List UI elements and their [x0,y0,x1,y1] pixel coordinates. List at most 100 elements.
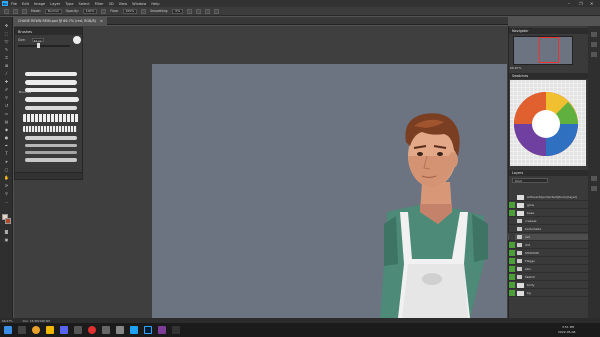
layer-row[interactable]: backshade [508,226,588,233]
file-explorer-icon[interactable] [46,326,54,334]
rotate-view-tool-icon[interactable]: ⟳ [3,183,10,188]
layer-row[interactable]: Artboard/(protected)(tum)/(layer) [508,194,588,201]
clock-time[interactable]: 3:51 PM [562,325,574,329]
menu-select[interactable]: Select [79,2,90,6]
eraser-tool-icon[interactable]: ▭ [3,111,10,116]
restore-icon[interactable]: ❐ [579,1,583,6]
layer-visibility-eye-icon[interactable] [509,242,515,248]
layer-row[interactable]: creases [508,218,588,225]
hand-tool-icon[interactable]: ✋ [3,175,10,180]
brush-preset[interactable] [23,114,79,122]
layer-row[interactable]: body [508,282,588,289]
app-icon[interactable] [172,326,180,334]
menu-help[interactable]: Help [151,2,159,6]
menu-window[interactable]: Window [132,2,146,6]
layers-panel-title[interactable]: Layers [509,170,589,176]
layer-row[interactable]: bg [508,290,588,297]
history-brush-tool-icon[interactable]: ↺ [3,103,10,108]
status-doc-info[interactable]: Doc: 16.5M/198.6M [23,319,50,323]
screen-mode-icon[interactable]: ▣ [3,237,10,242]
brush-preset[interactable] [25,151,77,154]
layer-visibility-eye-icon[interactable] [509,234,515,240]
blur-tool-icon[interactable]: ◆ [3,127,10,132]
menu-edit[interactable]: Edit [22,2,29,6]
brush-preset[interactable] [25,72,77,76]
brush-tool-icon[interactable]: ✐ [3,87,10,92]
more-tools-icon[interactable]: … [3,199,10,204]
pen-tool-icon[interactable]: ✒ [3,143,10,148]
mode-select[interactable]: Normal [44,8,62,14]
obs-icon[interactable] [88,326,96,334]
menu-file[interactable]: File [11,2,17,6]
move-tool-icon[interactable]: ✥ [3,23,10,28]
menu-type[interactable]: Type [65,2,73,6]
healing-tool-icon[interactable]: ✚ [3,79,10,84]
close-tab-icon[interactable]: × [100,19,103,23]
brush-preset[interactable] [25,80,77,85]
dodge-tool-icon[interactable]: ● [3,135,10,140]
color-wheel[interactable] [510,80,586,166]
layer-visibility-eye-icon[interactable] [509,274,515,280]
properties-panel-icon[interactable] [591,52,597,57]
clock-date[interactable]: 2022-05-06 [558,330,575,334]
layer-row[interactable]: base [508,210,588,217]
quick-mask-icon[interactable]: ◙ [3,229,10,234]
menu-view[interactable]: View [119,2,128,6]
brush-preset[interactable] [25,158,77,162]
layer-visibility-eye-icon[interactable] [509,202,515,208]
app-icon[interactable] [158,326,166,334]
paths-panel-icon[interactable] [591,186,597,191]
brush-preset[interactable] [25,106,77,110]
menu-layer[interactable]: Layer [50,2,60,6]
layer-visibility-eye-icon[interactable] [509,266,515,272]
minimize-icon[interactable]: – [568,1,570,6]
layer-row[interactable]: dirt [508,242,588,249]
document-canvas[interactable] [152,64,507,318]
menu-3d[interactable]: 3D [109,2,114,6]
adjustments-panel-icon[interactable] [591,42,597,47]
history-panel-icon[interactable] [591,32,597,37]
background-color-swatch[interactable] [5,218,11,224]
layer-visibility-eye-icon[interactable] [509,194,515,200]
smoothing-input[interactable]: 0% [172,8,184,14]
quick-select-tool-icon[interactable]: ✎ [3,47,10,52]
type-tool-icon[interactable]: T [3,151,10,156]
smoothing-options-gear-icon[interactable] [187,8,193,14]
layer-visibility-eye-icon[interactable] [509,250,515,256]
channels-panel-icon[interactable] [591,176,597,181]
gradient-tool-icon[interactable]: ▤ [3,119,10,124]
app-icon[interactable] [74,326,82,334]
brush-size-input[interactable]: 33 px [31,38,44,43]
search-icon[interactable] [18,326,26,334]
chrome-icon[interactable] [32,326,40,334]
steam-icon[interactable] [102,326,110,334]
airbrush-icon[interactable] [141,8,147,14]
close-icon[interactable]: ✕ [590,1,593,6]
layer-row[interactable]: Flaggs [508,258,588,265]
clone-stamp-tool-icon[interactable]: ⚲ [3,95,10,100]
path-selection-tool-icon[interactable]: ➤ [3,159,10,164]
brush-size-slider[interactable] [18,45,70,47]
zoom-tool-icon[interactable]: ⚲ [3,191,10,196]
brush-preset[interactable] [25,88,77,92]
app-icon[interactable] [130,326,138,334]
navigator-panel-title[interactable]: Navigator [509,28,589,34]
windows-start-icon[interactable] [4,326,12,334]
layer-visibility-eye-icon[interactable] [509,258,515,264]
frame-tool-icon[interactable]: ⊠ [3,63,10,68]
layer-filter-select[interactable]: Kind [512,178,548,183]
menu-filter[interactable]: Filter [95,2,104,6]
swatches-panel-title[interactable]: Swatches [509,73,589,79]
layer-row[interactable]: glow [508,202,588,209]
flow-input[interactable]: 100% [122,8,138,14]
discord-icon[interactable] [60,326,68,334]
document-tab[interactable]: CHANE REWN REIN.psd @ 66.7% (red, RGB/8)… [14,17,107,25]
brush-preset-picker-icon[interactable] [13,8,18,14]
brush-preset[interactable] [25,136,77,140]
brush-tool-preset-icon[interactable] [4,8,9,14]
symmetry-icon[interactable] [214,8,220,14]
brush-preset[interactable] [23,126,77,132]
pressure-size-icon[interactable] [205,8,211,14]
layer-visibility-eye-icon[interactable] [509,226,515,232]
layer-row[interactable]: SHADOW [508,250,588,257]
